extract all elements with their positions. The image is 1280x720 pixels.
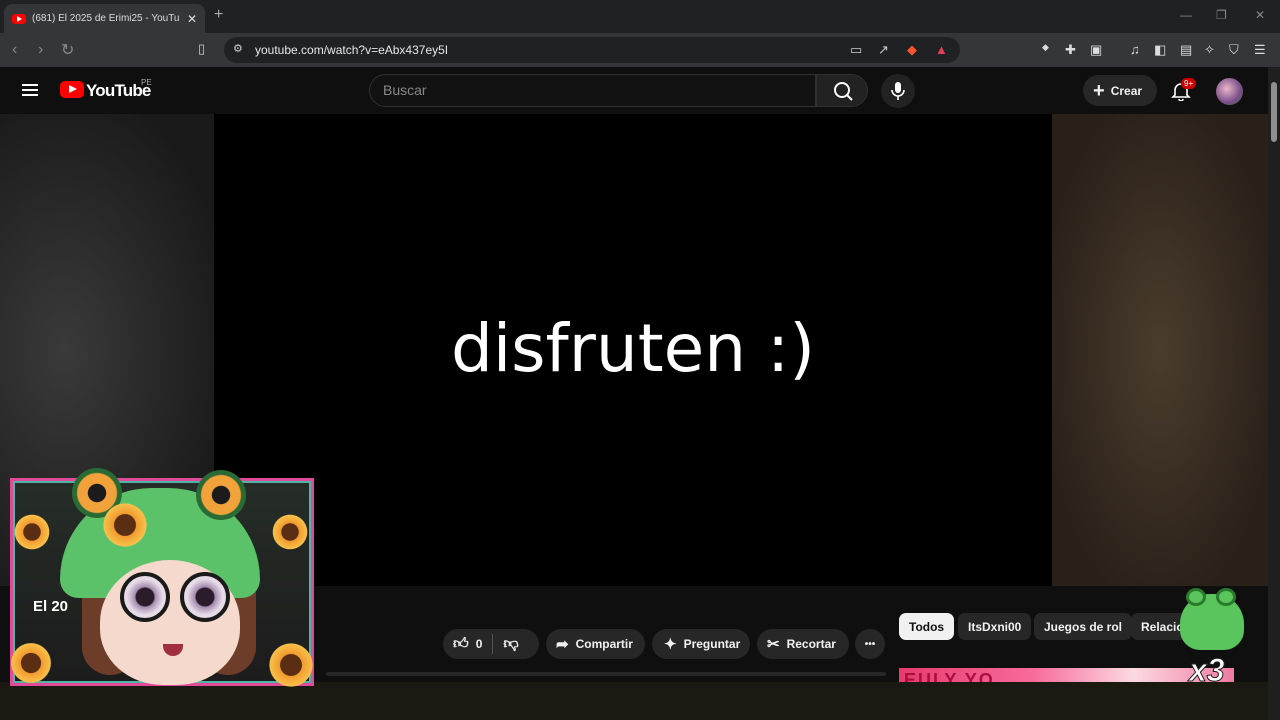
forward-icon[interactable]: › <box>38 41 43 59</box>
like-count[interactable]: 0 <box>476 637 483 651</box>
leo-ai-icon[interactable]: ✧ <box>1204 42 1215 58</box>
frog-emote-eye-left <box>1186 588 1206 606</box>
reader-icon[interactable]: ▣ <box>1090 42 1102 58</box>
ambient-glow-right <box>1052 114 1268 586</box>
sunflower-icon <box>270 512 310 552</box>
youtube-favicon-icon <box>12 13 26 24</box>
voice-search-button[interactable] <box>881 74 915 108</box>
search-input[interactable] <box>383 82 783 98</box>
notification-badge: 9+ <box>1181 78 1197 89</box>
plus-icon: + <box>1093 79 1105 102</box>
sidebar-icon[interactable]: ◧ <box>1154 42 1166 58</box>
share-page-icon[interactable]: ↗ <box>878 42 889 58</box>
back-icon[interactable]: ‹ <box>12 41 17 59</box>
tab-title: (681) El 2025 de Erimi25 - YouTube <box>32 13 180 24</box>
sparkle-icon: ✦ <box>664 636 677 653</box>
search-button[interactable] <box>816 74 868 107</box>
bookmark-icon[interactable]: ▯ <box>198 41 205 57</box>
wallet-icon[interactable]: ▤ <box>1180 42 1192 58</box>
frog-emote <box>1180 588 1244 650</box>
scrollbar-thumb[interactable] <box>1271 82 1277 142</box>
chip-todos[interactable]: Todos <box>899 613 955 640</box>
more-actions-button[interactable]: ••• <box>855 629 885 659</box>
scissors-icon: ✂ <box>767 636 780 653</box>
frog-emote-eye-right <box>1216 588 1236 606</box>
new-tab-button[interactable]: + <box>214 6 223 24</box>
share-label: Compartir <box>575 637 633 651</box>
sunflower-icon <box>8 640 54 686</box>
thumbs-down-icon[interactable]: 👎︎ <box>503 635 518 653</box>
clip-button[interactable]: ✂ Recortar <box>757 629 849 659</box>
youtube-logo-icon[interactable] <box>60 81 84 98</box>
create-button[interactable]: + Crear <box>1083 75 1157 106</box>
browser-menu-icon[interactable]: ☰ <box>1254 42 1266 58</box>
cast-icon[interactable]: ▭ <box>850 42 862 58</box>
site-info-icon[interactable]: ⚙ <box>233 42 243 55</box>
microphone-icon <box>891 82 905 100</box>
tab-close-icon[interactable]: ✕ <box>187 12 197 26</box>
divider <box>492 634 494 654</box>
reload-icon[interactable]: ↻ <box>61 40 74 60</box>
vpn-icon[interactable]: ⛉ <box>1229 42 1239 58</box>
address-bar[interactable]: ⚙ youtube.com/watch?v=eAbx437ey5I ▭ ↗ ◆ … <box>224 37 960 63</box>
clip-label: Recortar <box>786 637 836 651</box>
url-text[interactable]: youtube.com/watch?v=eAbx437ey5I <box>255 43 448 57</box>
description-box-edge[interactable] <box>326 672 886 676</box>
sunflower-icon <box>100 500 150 550</box>
share-arrow-icon: ➦ <box>556 636 569 653</box>
brave-rewards-icon[interactable]: ▲ <box>935 42 948 57</box>
thumbs-up-icon[interactable]: 👍︎ <box>453 635 469 653</box>
taskbar-strip <box>0 682 1268 720</box>
video-title-partial: El 20 <box>33 598 69 615</box>
browser-tab[interactable]: (681) El 2025 de Erimi25 - YouTube ✕ <box>4 4 205 33</box>
share-button[interactable]: ➦ Compartir <box>546 629 645 659</box>
browser-tab-strip: (681) El 2025 de Erimi25 - YouTube ✕ + —… <box>0 0 1280 33</box>
youtube-header: YouTube PE + Crear 9+ <box>0 67 1268 114</box>
restore-button[interactable]: ❐ <box>1216 8 1227 22</box>
glasses-lens-right <box>180 572 230 622</box>
ask-button[interactable]: ✦ Preguntar <box>652 629 750 659</box>
glasses-lens-left <box>120 572 170 622</box>
video-frame-text: disfruten :) <box>450 310 816 387</box>
extension-diamond-icon[interactable]: ◆ <box>1042 42 1049 53</box>
ask-label: Preguntar <box>683 637 741 651</box>
media-icon[interactable]: ♫ <box>1130 42 1140 57</box>
close-window-button[interactable]: ✕ <box>1255 8 1265 22</box>
region-code: PE <box>141 78 152 87</box>
extensions-puzzle-icon[interactable]: ✚ <box>1065 42 1076 58</box>
sunflower-icon <box>12 512 52 552</box>
like-dislike-group: 👍︎ 0 👎︎ <box>443 629 539 659</box>
video-player[interactable]: disfruten :) <box>214 114 1052 586</box>
sunflower-icon <box>266 640 316 690</box>
page-scrollbar[interactable] <box>1268 67 1280 720</box>
user-avatar[interactable] <box>1216 78 1243 105</box>
chip-juegos-de-rol[interactable]: Juegos de rol <box>1034 613 1133 640</box>
browser-toolbar: ‹ › ↻ ▯ ⚙ youtube.com/watch?v=eAbx437ey5… <box>0 33 1280 67</box>
frog-eye-right-icon <box>196 470 246 520</box>
create-label: Crear <box>1110 83 1143 98</box>
search-box <box>369 74 816 107</box>
hamburger-menu-icon[interactable] <box>22 84 38 96</box>
emote-multiplier: x3 <box>1189 652 1226 689</box>
chip-itsdxni00[interactable]: ItsDxni00 <box>958 613 1032 640</box>
minimize-button[interactable]: — <box>1180 8 1192 22</box>
brave-shield-icon[interactable]: ◆ <box>907 42 917 58</box>
search-icon <box>834 82 853 101</box>
